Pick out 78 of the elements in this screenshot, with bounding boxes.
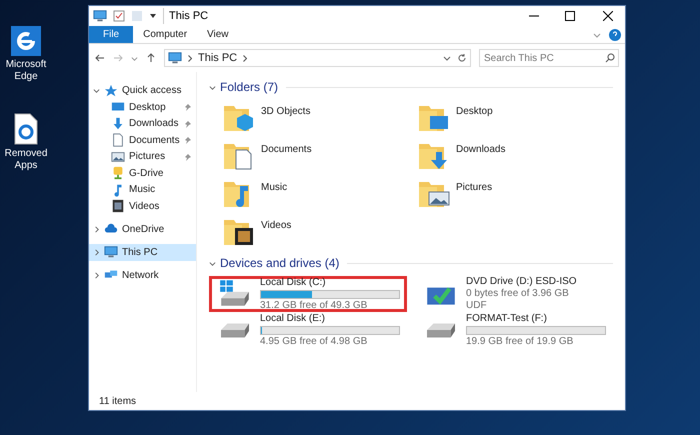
- drive-name: DVD Drive (D:) ESD-ISO: [466, 276, 578, 288]
- free-space-text: 4.95 GB free of 4.98 GB: [260, 336, 368, 348]
- folder-item[interactable]: 3D Objects: [223, 100, 418, 138]
- sidebar-item[interactable]: Downloads: [89, 116, 196, 132]
- down-arrow-icon: [111, 116, 125, 131]
- drive-icon: [427, 322, 455, 338]
- up-arrow-icon: [146, 53, 156, 63]
- chevron-down-icon: [131, 54, 138, 62]
- chevron-right-icon: [188, 54, 192, 62]
- item-count: 11 items: [99, 394, 136, 408]
- star-icon: [104, 84, 118, 98]
- drive-name: Local Disk (C:): [260, 276, 327, 288]
- chevron-right-icon: [243, 54, 248, 62]
- ribbon-tab[interactable]: View: [197, 26, 239, 43]
- sidebar-item[interactable]: Music: [89, 182, 196, 198]
- section-heading: Folders (7): [220, 79, 278, 96]
- sidebar-item[interactable]: OneDrive: [89, 220, 196, 238]
- close-icon: [603, 11, 613, 21]
- drive-icon: [111, 166, 125, 180]
- folder-item[interactable]: Downloads: [418, 138, 613, 176]
- ribbon-tab[interactable]: File: [89, 26, 134, 43]
- chevron-right-icon: [93, 272, 100, 278]
- computer-icon: [93, 9, 107, 23]
- drive-item[interactable]: FORMAT-Test (F:) 19.9 GB free of 19.9 GB: [415, 312, 613, 348]
- sidebar-item[interactable]: Documents: [89, 132, 196, 148]
- chevron-down-icon: [209, 260, 216, 266]
- maximize-icon: [565, 11, 575, 21]
- forward-arrow-icon: [113, 53, 123, 63]
- document-icon: [13, 113, 39, 145]
- chevron-right-icon: [93, 248, 100, 256]
- drive-name: FORMAT-Test (F:): [466, 312, 548, 324]
- drive-item[interactable]: Local Disk (C:) 31.2 GB free of 49.3 GB: [209, 276, 407, 312]
- folder-item[interactable]: Videos: [223, 214, 418, 252]
- sidebar-item[interactable]: Videos: [89, 198, 196, 214]
- checklist-icon: [113, 10, 125, 22]
- sidebar-item[interactable]: Quick access: [89, 82, 196, 99]
- chevron-right-icon: [93, 226, 100, 232]
- dropdown-icon: [149, 12, 157, 20]
- sidebar-item[interactable]: This PC: [89, 244, 196, 260]
- breadcrumb-item[interactable]: This PC: [198, 50, 238, 66]
- desktop-icon-label: Removed Apps: [4, 148, 48, 172]
- sidebar-item[interactable]: Desktop: [89, 99, 196, 116]
- edge-icon: [11, 26, 41, 56]
- chevron-down-icon: [593, 30, 601, 38]
- chevron-down-icon: [443, 54, 451, 62]
- chevron-down-icon: [93, 87, 100, 94]
- filesystem-text: UDF: [466, 300, 488, 312]
- sidebar-item[interactable]: Pictures: [89, 148, 196, 165]
- help-icon: [609, 28, 621, 40]
- folder-item[interactable]: Desktop: [418, 100, 613, 138]
- chevron-down-icon: [209, 84, 216, 90]
- window-title: This PC: [163, 8, 208, 24]
- ribbon-tab[interactable]: Computer: [133, 26, 198, 43]
- desktop-icon-label: Microsoft Edge: [4, 59, 48, 83]
- section-heading: Devices and drives (4): [220, 255, 340, 272]
- picture-icon: [111, 150, 125, 164]
- sidebar-item[interactable]: G-Drive: [89, 165, 196, 182]
- document-icon: [111, 133, 125, 148]
- folder-item[interactable]: Music: [223, 176, 418, 214]
- free-space-text: 19.9 GB free of 19.9 GB: [466, 336, 574, 348]
- film-icon: [111, 199, 125, 214]
- refresh-icon: [457, 53, 467, 63]
- search-icon: [605, 53, 615, 63]
- drive-icon: [221, 322, 249, 338]
- computer-icon: [168, 51, 182, 65]
- sidebar-item[interactable]: Network: [89, 266, 196, 284]
- search-field[interactable]: Search This PC: [479, 49, 619, 67]
- computer-icon: [104, 245, 118, 259]
- drive-name: Local Disk (E:): [260, 312, 326, 324]
- back-arrow-icon: [95, 53, 105, 63]
- drive-item[interactable]: Local Disk (E:) 4.95 GB free of 4.98 GB: [209, 312, 407, 348]
- address-bar[interactable]: This PC: [164, 49, 471, 67]
- free-space-text: 0 bytes free of 3.96 GB: [466, 288, 570, 300]
- drive-item[interactable]: DVD Drive (D:) ESD-ISO 0 bytes free of 3.96 GB UDF: [415, 276, 613, 312]
- minimize-icon: [529, 15, 539, 17]
- folder-item[interactable]: Documents: [223, 138, 418, 176]
- free-space-text: 31.2 GB free of 49.3 GB: [260, 300, 368, 312]
- folder-item[interactable]: Pictures: [418, 176, 613, 214]
